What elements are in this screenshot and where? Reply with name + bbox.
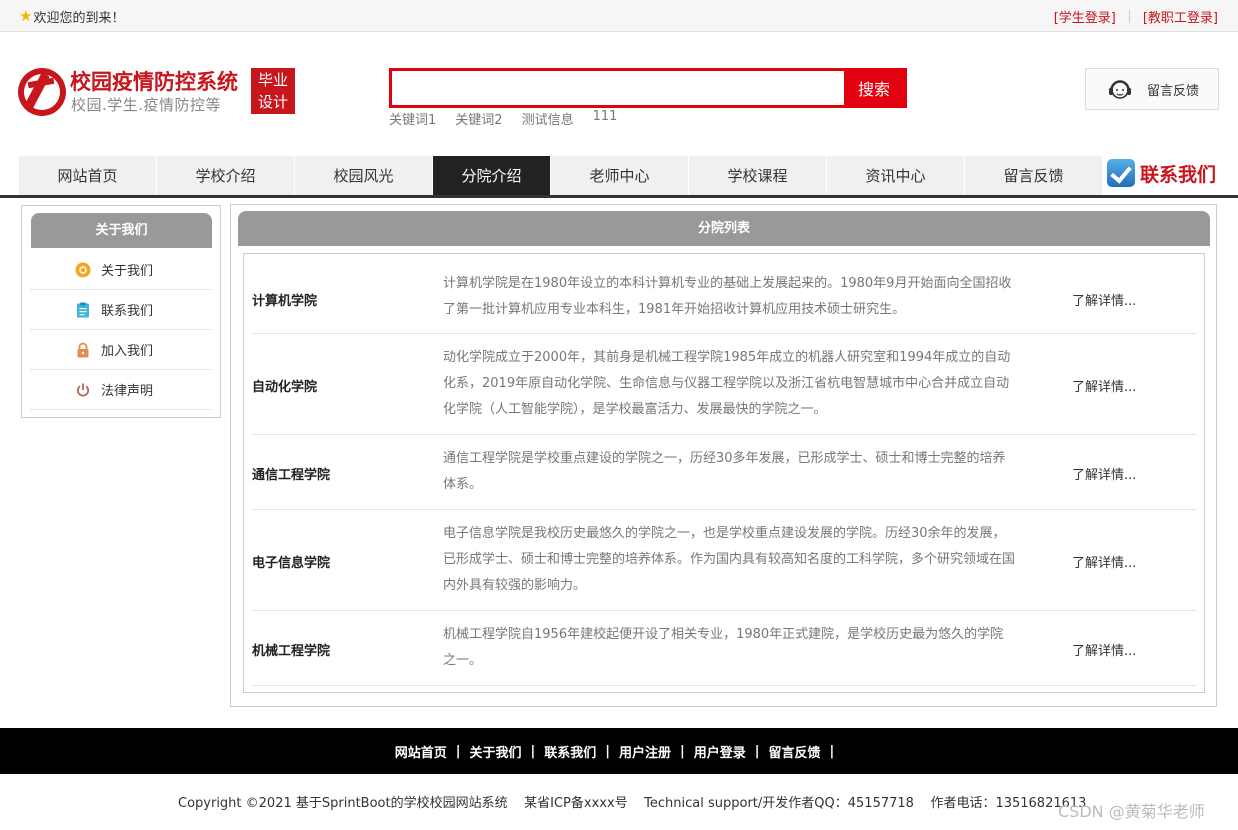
nav-item-colleges[interactable]: 分院介绍 <box>433 156 551 196</box>
sidebar-item-label: 联系我们 <box>101 304 154 319</box>
more-details-link[interactable]: 了解详情... <box>1072 552 1136 571</box>
customer-service-icon <box>1109 80 1131 99</box>
sidebar-item-label: 法律声明 <box>101 384 154 399</box>
welcome-text: 欢迎您的到来！ <box>33 11 125 26</box>
staff-login-link[interactable]: [教职工登录] <box>1143 7 1218 26</box>
info-circle-icon <box>75 262 91 278</box>
sidebar-item-label: 加入我们 <box>101 344 154 359</box>
footer-separator: | <box>829 743 835 759</box>
footer-separator: | <box>754 743 760 759</box>
sidebar-item-label: 关于我们 <box>101 264 154 279</box>
login-links: [学生登录] [教职工登录] <box>1054 7 1218 26</box>
feedback-label: 留言反馈 <box>1147 83 1200 99</box>
site-title: 校园疫情防控系统 <box>70 70 238 94</box>
college-description: 电子信息学院是我校历史最悠久的学院之一，也是学校重点建设发展的学院。历经30余年… <box>443 526 1016 593</box>
sidebar-item-about[interactable]: 关于我们 <box>31 250 212 290</box>
list-item: 计算机学院 计算机学院是在1980年设立的本科计算机专业的基础上发展起来的。19… <box>252 260 1197 334</box>
nav-item-news[interactable]: 资讯中心 <box>827 156 965 196</box>
footer-separator: | <box>455 743 461 759</box>
nav-item-courses[interactable]: 学校课程 <box>689 156 827 196</box>
college-panel: 分院列表 计算机学院 计算机学院是在1980年设立的本科计算机专业的基础上发展起… <box>230 204 1217 707</box>
footer-separator: | <box>605 743 610 759</box>
badge-line-1: 毕业 <box>257 71 288 89</box>
contact-us-link[interactable]: 联系我们 <box>1107 159 1216 187</box>
badge-line-2: 设计 <box>257 93 288 111</box>
list-item: 电子信息学院 电子信息学院是我校历史最悠久的学院之一，也是学校重点建设发展的学院… <box>252 510 1197 611</box>
keyword-link[interactable]: 关键词1 <box>389 109 436 128</box>
student-login-link[interactable]: [学生登录] <box>1054 7 1116 26</box>
sidebar-item-contact[interactable]: 联系我们 <box>31 290 212 330</box>
college-description: 计算机学院是在1980年设立的本科计算机专业的基础上发展起来的。1980年9月开… <box>443 276 1012 317</box>
top-bar: ★ 欢迎您的到来！ [学生登录] [教职工登录] <box>0 0 1238 32</box>
main-nav: 网站首页 学校介绍 校园风光 分院介绍 老师中心 学校课程 资讯中心 留言反馈 <box>19 156 1103 196</box>
sidebar-item-join[interactable]: 加入我们 <box>31 330 212 370</box>
hot-keywords: 关键词1 关键词2 测试信息 111 <box>389 109 617 128</box>
college-list: 计算机学院 计算机学院是在1980年设立的本科计算机专业的基础上发展起来的。19… <box>243 253 1205 693</box>
copyright-text: Copyright ©2021 基于SprintBoot的学校校园网站系统 某省… <box>178 796 1087 811</box>
college-name[interactable]: 通信工程学院 <box>252 464 330 483</box>
keyword-link[interactable]: 测试信息 <box>522 109 574 128</box>
footer-link-contact[interactable]: 联系我们 <box>544 742 596 761</box>
college-name[interactable]: 电子信息学院 <box>252 552 330 571</box>
college-description: 通信工程学院是学校重点建设的学院之一，历经30多年发展，已形成学士、硕士和博士完… <box>443 451 1006 492</box>
more-details-link[interactable]: 了解详情... <box>1072 376 1136 395</box>
nav-item-teachers[interactable]: 老师中心 <box>551 156 689 196</box>
more-details-link[interactable]: 了解详情... <box>1072 290 1136 309</box>
list-item: 通信工程学院 通信工程学院是学校重点建设的学院之一，历经30多年发展，已形成学士… <box>252 435 1197 510</box>
footer-nav: 网站首页 | 关于我们 | 联系我们 | 用户注册 | 用户登录 | 留言反馈 | <box>0 728 1238 774</box>
star-icon: ★ <box>19 7 33 25</box>
clipboard-icon <box>77 302 89 318</box>
college-name[interactable]: 自动化学院 <box>252 376 317 395</box>
watermark: CSDN @黄菊华老师 <box>1058 802 1205 821</box>
nav-item-home[interactable]: 网站首页 <box>19 156 157 196</box>
keyword-link[interactable]: 关键词2 <box>455 109 502 128</box>
footer-link-login[interactable]: 用户登录 <box>694 742 746 761</box>
nav-item-school-intro[interactable]: 学校介绍 <box>157 156 295 196</box>
panel-title: 分院列表 <box>238 211 1210 246</box>
sidebar: 关于我们 关于我们 联系我们 加入我们 法律声明 <box>21 205 221 418</box>
footer-separator: | <box>530 743 536 759</box>
welcome-message: ★ 欢迎您的到来！ <box>19 7 125 27</box>
list-item: 自动化学院 动化学院成立于2000年，其前身是机械工程学院1985年成立的机器人… <box>252 334 1197 435</box>
keyword-link[interactable]: 111 <box>593 109 618 128</box>
college-name[interactable]: 机械工程学院 <box>252 640 330 659</box>
sidebar-list: 关于我们 联系我们 加入我们 法律声明 <box>31 250 212 410</box>
power-icon <box>76 383 90 397</box>
list-item: 机械工程学院 机械工程学院自1956年建校起便开设了相关专业，1980年正式建院… <box>252 611 1197 686</box>
logo-badge: 毕业 设计 <box>251 68 295 114</box>
nav-divider <box>0 195 1238 198</box>
footer-separator: | <box>680 743 685 759</box>
checkmark-icon <box>1107 159 1135 187</box>
site-subtitle: 校园.学生.疫情防控等 <box>71 96 222 114</box>
footer-link-home[interactable]: 网站首页 <box>395 742 447 761</box>
footer-link-about[interactable]: 关于我们 <box>469 742 521 761</box>
sidebar-title: 关于我们 <box>31 213 212 248</box>
college-description: 机械工程学院自1956年建校起便开设了相关专业，1980年正式建院，是学校历史最… <box>443 627 1004 668</box>
footer-link-register[interactable]: 用户注册 <box>619 742 671 761</box>
sidebar-item-legal[interactable]: 法律声明 <box>31 370 212 410</box>
logo-mark-icon <box>18 68 66 116</box>
site-logo[interactable]: 校园疫情防控系统 校园.学生.疫情防控等 毕业 设计 <box>18 66 300 116</box>
more-details-link[interactable]: 了解详情... <box>1072 464 1136 483</box>
college-description: 动化学院成立于2000年，其前身是机械工程学院1985年成立的机器人研究室和19… <box>443 350 1011 417</box>
more-details-link[interactable]: 了解详情... <box>1072 640 1136 659</box>
nav-item-campus-scenery[interactable]: 校园风光 <box>295 156 433 196</box>
lock-icon <box>77 342 89 358</box>
search-input[interactable] <box>392 71 844 105</box>
college-name[interactable]: 计算机学院 <box>252 290 317 309</box>
divider <box>1128 10 1130 23</box>
search-button[interactable]: 搜索 <box>844 71 904 105</box>
contact-us-label: 联系我们 <box>1140 163 1217 186</box>
search-box: 搜索 <box>389 68 907 108</box>
footer-link-feedback[interactable]: 留言反馈 <box>769 742 821 761</box>
feedback-button[interactable]: 留言反馈 <box>1085 68 1219 110</box>
nav-item-feedback[interactable]: 留言反馈 <box>965 156 1103 196</box>
